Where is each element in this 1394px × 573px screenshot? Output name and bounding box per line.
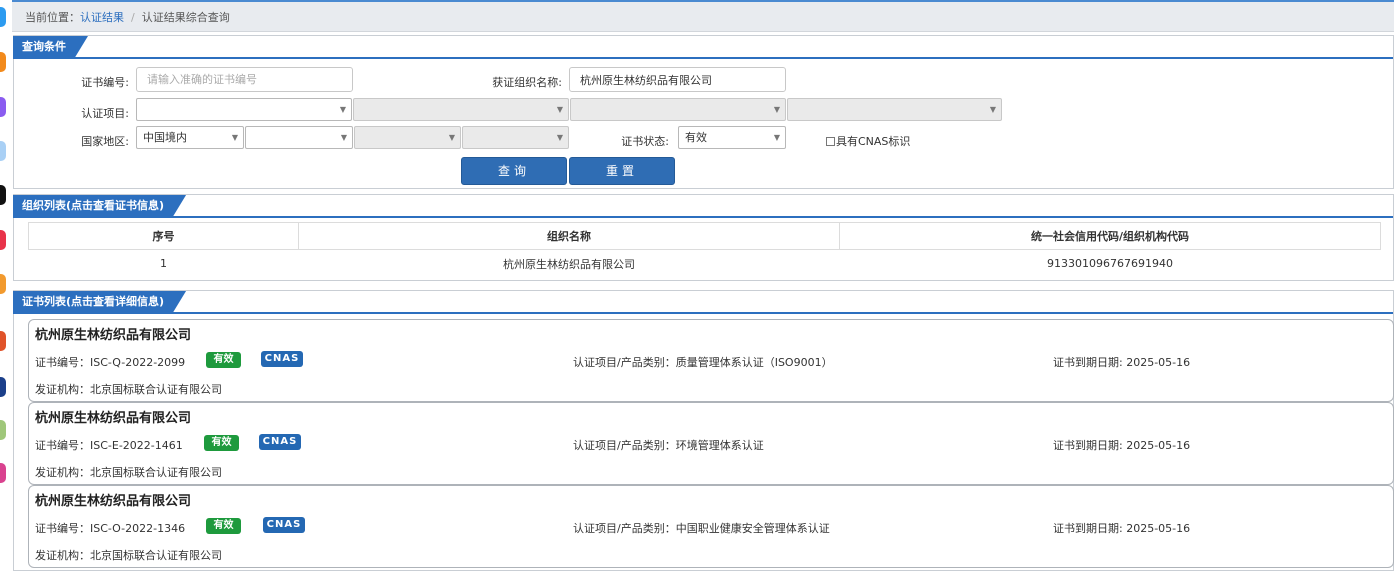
status-label: 证书状态: [621,135,669,148]
status-badge: 有效 [204,435,239,451]
chevron-down-icon: ▼ [339,105,346,114]
breadcrumb-separator: / [131,11,135,24]
org-table-header-row: 序号 组织名称 统一社会信用代码/组织机构代码 [28,222,1381,250]
cert-expiry: 证书到期日期: 2025-05-16 [1053,522,1191,535]
org-list-panel: 组织列表(点击查看证书信息) 序号 组织名称 统一社会信用代码/组织机构代码 1… [13,194,1394,281]
breadcrumb-link[interactable]: 认证结果 [80,11,124,24]
app-icon-navy[interactable] [0,377,6,397]
col-header-credit-code: 统一社会信用代码/组织机构代码 [839,222,1381,250]
cert-no-input[interactable] [136,67,353,92]
cert-company-name: 杭州原生林纺织品有限公司 [35,411,192,426]
table-row[interactable]: 1 杭州原生林纺织品有限公司 913301096767691940 [29,250,1381,278]
status-select[interactable]: 有效 ▼ [678,126,786,149]
cert-project: 认证项目/产品类别：环境管理体系认证 [573,439,764,452]
app-icon-orange[interactable] [0,52,6,72]
reset-button[interactable]: 重置 [569,157,675,185]
cnas-badge: CNAS [261,351,303,367]
cnas-checkbox-label: 具有CNAS标识 [836,135,911,148]
cert-list-title: 证书列表(点击查看详细信息) [13,291,186,314]
chevron-down-icon: ▼ [448,133,455,142]
app-icon-lightblue[interactable] [0,141,6,161]
cert-project: 认证项目/产品类别：质量管理体系认证（ISO9001） [573,356,833,369]
region-select-district[interactable]: ▼ [462,126,569,149]
region-select-province[interactable]: ▼ [245,126,353,149]
query-panel: 查询条件 证书编号: 获证组织名称: 认证项目: ▼ ▼ ▼ ▼ 国家地区: 中… [13,35,1394,189]
region-select-country[interactable]: 中国境内 ▼ [136,126,244,149]
region-select-value: 中国境内 [143,131,187,144]
app-icon-amber[interactable] [0,274,6,294]
row-index: 1 [160,257,167,271]
row-credit-code: 913301096767691940 [1047,257,1173,271]
region-label: 国家地区: [81,135,129,148]
col-header-org-name: 组织名称 [298,222,840,250]
search-button[interactable]: 查询 [461,157,567,185]
status-select-value: 有效 [685,131,707,144]
project-select-4[interactable]: ▼ [787,98,1002,121]
project-select-3[interactable]: ▼ [570,98,786,121]
app-icon-blue[interactable] [0,7,6,27]
chevron-down-icon: ▼ [773,105,780,114]
region-select-city[interactable]: ▼ [354,126,461,149]
project-label: 认证项目: [81,107,129,120]
app-icon-multicolor[interactable] [0,331,6,351]
cert-issuer: 发证机构：北京国标联合认证有限公司 [35,549,222,562]
cert-expiry: 证书到期日期: 2025-05-16 [1053,439,1191,452]
org-name-label: 获证组织名称: [492,76,562,89]
project-select-2[interactable]: ▼ [353,98,569,121]
org-list-title: 组织列表(点击查看证书信息) [13,195,186,218]
cnas-badge: CNAS [259,434,301,450]
app-icon-green[interactable] [0,420,6,440]
org-list-header: 组织列表(点击查看证书信息) [14,195,1393,218]
chevron-down-icon: ▼ [556,105,563,114]
chevron-down-icon: ▼ [556,133,563,142]
app-icon-black[interactable] [0,185,6,205]
chevron-down-icon: ▼ [773,133,780,142]
cert-company-name: 杭州原生林纺织品有限公司 [35,328,192,343]
cert-number: 证书编号：ISC-O-2022-1346 [35,522,186,535]
cert-issuer: 发证机构：北京国标联合认证有限公司 [35,383,222,396]
app-dock [0,0,8,573]
breadcrumb: 当前位置：认证结果 / 认证结果综合查询 [12,0,1394,32]
col-header-index: 序号 [28,222,299,250]
app-icon-red[interactable] [0,230,6,250]
row-org-name[interactable]: 杭州原生林纺织品有限公司 [299,250,840,278]
breadcrumb-current: 认证结果综合查询 [141,11,230,24]
app-icon-pink[interactable] [0,463,6,483]
cert-number: 证书编号：ISC-Q-2022-2099 [35,356,186,369]
cert-card[interactable]: 杭州原生林纺织品有限公司 证书编号：ISC-Q-2022-2099 有效 CNA… [28,319,1394,402]
chevron-down-icon: ▼ [989,105,996,114]
app-icon-purple[interactable] [0,97,6,117]
status-badge: 有效 [206,518,241,534]
cert-no-label: 证书编号: [81,76,129,89]
cert-number: 证书编号：ISC-E-2022-1461 [35,439,183,452]
breadcrumb-prefix: 当前位置： [25,11,80,24]
query-panel-header: 查询条件 [14,36,1393,59]
status-badge: 有效 [206,352,241,368]
cert-card[interactable]: 杭州原生林纺织品有限公司 证书编号：ISC-E-2022-1461 有效 CNA… [28,402,1394,485]
cert-list-header: 证书列表(点击查看详细信息) [14,291,1393,314]
cnas-checkbox-wrap[interactable]: 具有CNAS标识 [826,133,910,149]
cnas-checkbox[interactable] [826,137,835,146]
chevron-down-icon: ▼ [231,133,238,142]
chevron-down-icon: ▼ [340,133,347,142]
query-panel-title: 查询条件 [13,36,88,59]
org-name-input[interactable] [569,67,786,92]
cert-card[interactable]: 杭州原生林纺织品有限公司 证书编号：ISC-O-2022-1346 有效 CNA… [28,485,1394,568]
cert-expiry: 证书到期日期: 2025-05-16 [1053,356,1191,369]
cnas-badge: CNAS [263,517,305,533]
project-select-1[interactable]: ▼ [136,98,352,121]
cert-project: 认证项目/产品类别：中国职业健康安全管理体系认证 [573,522,830,535]
cert-company-name: 杭州原生林纺织品有限公司 [35,494,192,509]
org-table: 序号 组织名称 统一社会信用代码/组织机构代码 1 杭州原生林纺织品有限公司 9… [28,222,1381,278]
cert-issuer: 发证机构：北京国标联合认证有限公司 [35,466,222,479]
cert-list-panel: 证书列表(点击查看详细信息) 杭州原生林纺织品有限公司 证书编号：ISC-Q-2… [13,290,1394,571]
